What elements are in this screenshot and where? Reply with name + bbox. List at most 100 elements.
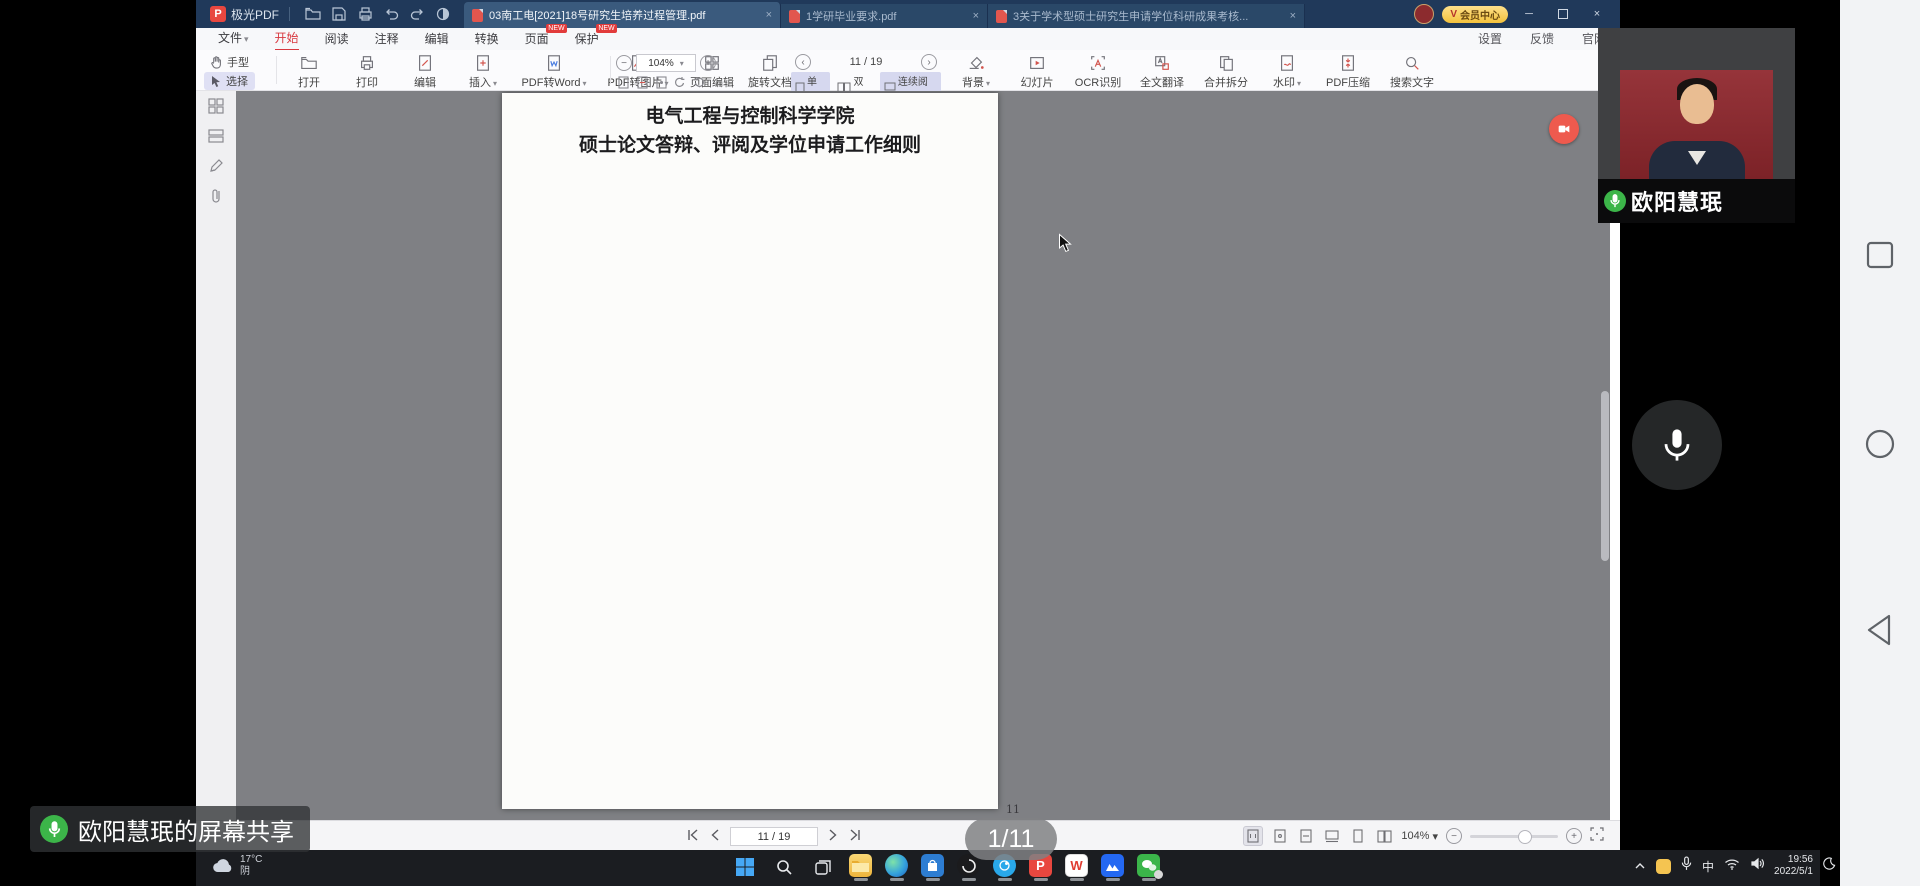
hand-tool-button[interactable]: 手型 [204,53,255,71]
zoom-in-button[interactable]: + [700,55,716,71]
menu-item[interactable]: 阅读 [325,29,349,50]
weather-widget[interactable]: 17°C 阴 [212,854,262,878]
menu-item[interactable]: 文件▾ [218,28,249,50]
vip-center-button[interactable]: V 会员中心 [1442,6,1508,23]
page-number-field[interactable]: 11 / 19 [850,56,883,68]
self-view-video[interactable]: 欧阳慧珉 [1598,28,1795,223]
toolbar-button[interactable]: 背景▾ [944,53,1008,90]
menu-link[interactable]: 反馈 [1530,29,1554,50]
taskbar-app-meeting[interactable] [1101,854,1124,881]
thumbnails-panel-icon[interactable] [196,91,236,121]
menu-link[interactable]: 设置 [1478,29,1502,50]
taskbar-app-wechat[interactable] [1137,854,1160,881]
document-tab[interactable]: 1学研毕业要求.pdf × [781,4,988,28]
microphone-toggle-button[interactable] [1632,400,1722,490]
taskbar-app-edge[interactable] [885,854,908,881]
toolbar-button[interactable]: OCR识别 [1066,53,1130,90]
actual-size-button[interactable] [1243,826,1263,846]
hidden-icons-chevron[interactable] [1634,857,1646,875]
recording-float-button[interactable] [1549,114,1579,144]
single-page-view-button[interactable] [1349,827,1367,845]
toolbar-button[interactable]: 合并拆分 [1194,53,1258,90]
start-button[interactable] [732,854,758,880]
annotations-panel-icon[interactable] [196,151,236,181]
toolbar-button[interactable]: 搜索文字 [1380,53,1444,90]
prev-page-button[interactable]: ‹ [795,54,811,70]
fit-page-button[interactable] [1271,827,1289,845]
menu-item[interactable]: 编辑 [425,29,449,50]
bookmarks-panel-icon[interactable] [196,121,236,151]
document-tab[interactable]: 03南工电[2021]18号研究生培养过程管理.pdf × [464,2,781,28]
toolbar-button[interactable]: PDF压缩 [1316,53,1380,90]
last-page-button[interactable] [848,828,862,846]
two-page-view-button[interactable] [1375,827,1393,845]
android-recents-button[interactable] [1865,240,1895,275]
search-icon[interactable] [771,854,797,880]
redo-icon[interactable] [406,4,428,24]
user-avatar[interactable] [1414,4,1434,24]
menu-item[interactable]: 页面NEW [525,29,549,50]
zoom-out-button[interactable]: − [616,55,632,71]
theme-icon[interactable] [432,4,454,24]
zoom-in-button[interactable]: + [1566,828,1582,844]
taskbar-app-wps[interactable]: W [1065,854,1088,881]
zoom-level-field[interactable]: 104%▾ [1401,830,1438,843]
menu-item[interactable]: 保护NEW [575,29,599,50]
select-tool-button[interactable]: 选择 [204,72,255,90]
open-folder-icon[interactable] [302,4,324,24]
close-button[interactable]: × [1584,4,1610,24]
tab-close-icon[interactable]: × [1290,10,1296,22]
toolbar-button[interactable]: 幻灯片 [1008,53,1066,90]
taskbar-clock[interactable]: 19:56 2022/5/1 [1774,854,1813,878]
minimize-button[interactable]: ─ [1516,4,1542,24]
tab-close-icon[interactable]: × [766,9,772,21]
undo-icon[interactable] [380,4,402,24]
taskbar-app-ms-store[interactable] [921,854,944,881]
maximize-button[interactable] [1550,4,1576,24]
print-icon[interactable] [354,4,376,24]
toolbar-button[interactable]: 打开 [280,53,338,90]
tray-app-icon[interactable] [1656,859,1671,874]
tab-close-icon[interactable]: × [973,10,979,22]
zoom-slider-knob[interactable] [1518,830,1532,844]
fit-width-button[interactable] [1297,827,1315,845]
document-viewport[interactable]: 电气工程与控制科学学院 硕士论文答辩、评阅及学位申请工作细则 [236,91,1610,820]
rotate-left-icon[interactable] [673,75,687,89]
toolbar-button[interactable]: 编辑 [396,53,454,90]
toolbar-button[interactable]: 打印 [338,53,396,90]
menu-item[interactable]: 注释 [375,29,399,50]
fullscreen-icon[interactable] [1590,827,1604,846]
save-icon[interactable] [328,4,350,24]
page-number-field[interactable]: 11 / 19 [730,827,818,846]
rotate-right-icon[interactable] [692,75,706,89]
wifi-icon[interactable] [1724,857,1740,875]
android-back-button[interactable] [1863,612,1897,653]
fit-width-button[interactable] [635,75,649,89]
toolbar-button[interactable]: 插入▾ [454,53,512,90]
zoom-level-field[interactable]: 104%▾ [636,54,696,72]
continuous-view-button[interactable] [1323,827,1341,845]
toolbar-button[interactable]: 水印▾ [1258,53,1316,90]
toolbar-button[interactable]: 全文翻译 [1130,53,1194,90]
fit-page-button[interactable] [616,75,630,89]
prev-page-button[interactable] [710,828,720,846]
document-tab[interactable]: 3关于学术型硕士研究生申请学位科研成果考核... × [988,4,1305,28]
attachments-panel-icon[interactable] [196,181,236,211]
ime-indicator[interactable]: 中 [1702,858,1714,875]
microphone-tray-icon[interactable] [1681,856,1692,876]
next-page-button[interactable] [828,828,838,846]
first-page-button[interactable] [686,828,700,846]
task-view-icon[interactable] [810,854,836,880]
menu-item[interactable]: 开始 [275,28,299,51]
actual-size-button[interactable] [654,75,668,89]
android-home-button[interactable] [1864,428,1896,465]
toolbar-button[interactable]: PDF转Word▾ [512,53,596,90]
volume-icon[interactable] [1750,857,1764,875]
vertical-scrollbar-thumb[interactable] [1601,391,1609,561]
next-page-button[interactable]: › [921,54,937,70]
zoom-out-button[interactable]: − [1446,828,1462,844]
menu-item[interactable]: 转换 [475,29,499,50]
taskbar-app-file-explorer[interactable] [849,854,872,881]
zoom-slider[interactable] [1470,835,1558,838]
focus-assist-moon-icon[interactable] [1823,857,1836,875]
